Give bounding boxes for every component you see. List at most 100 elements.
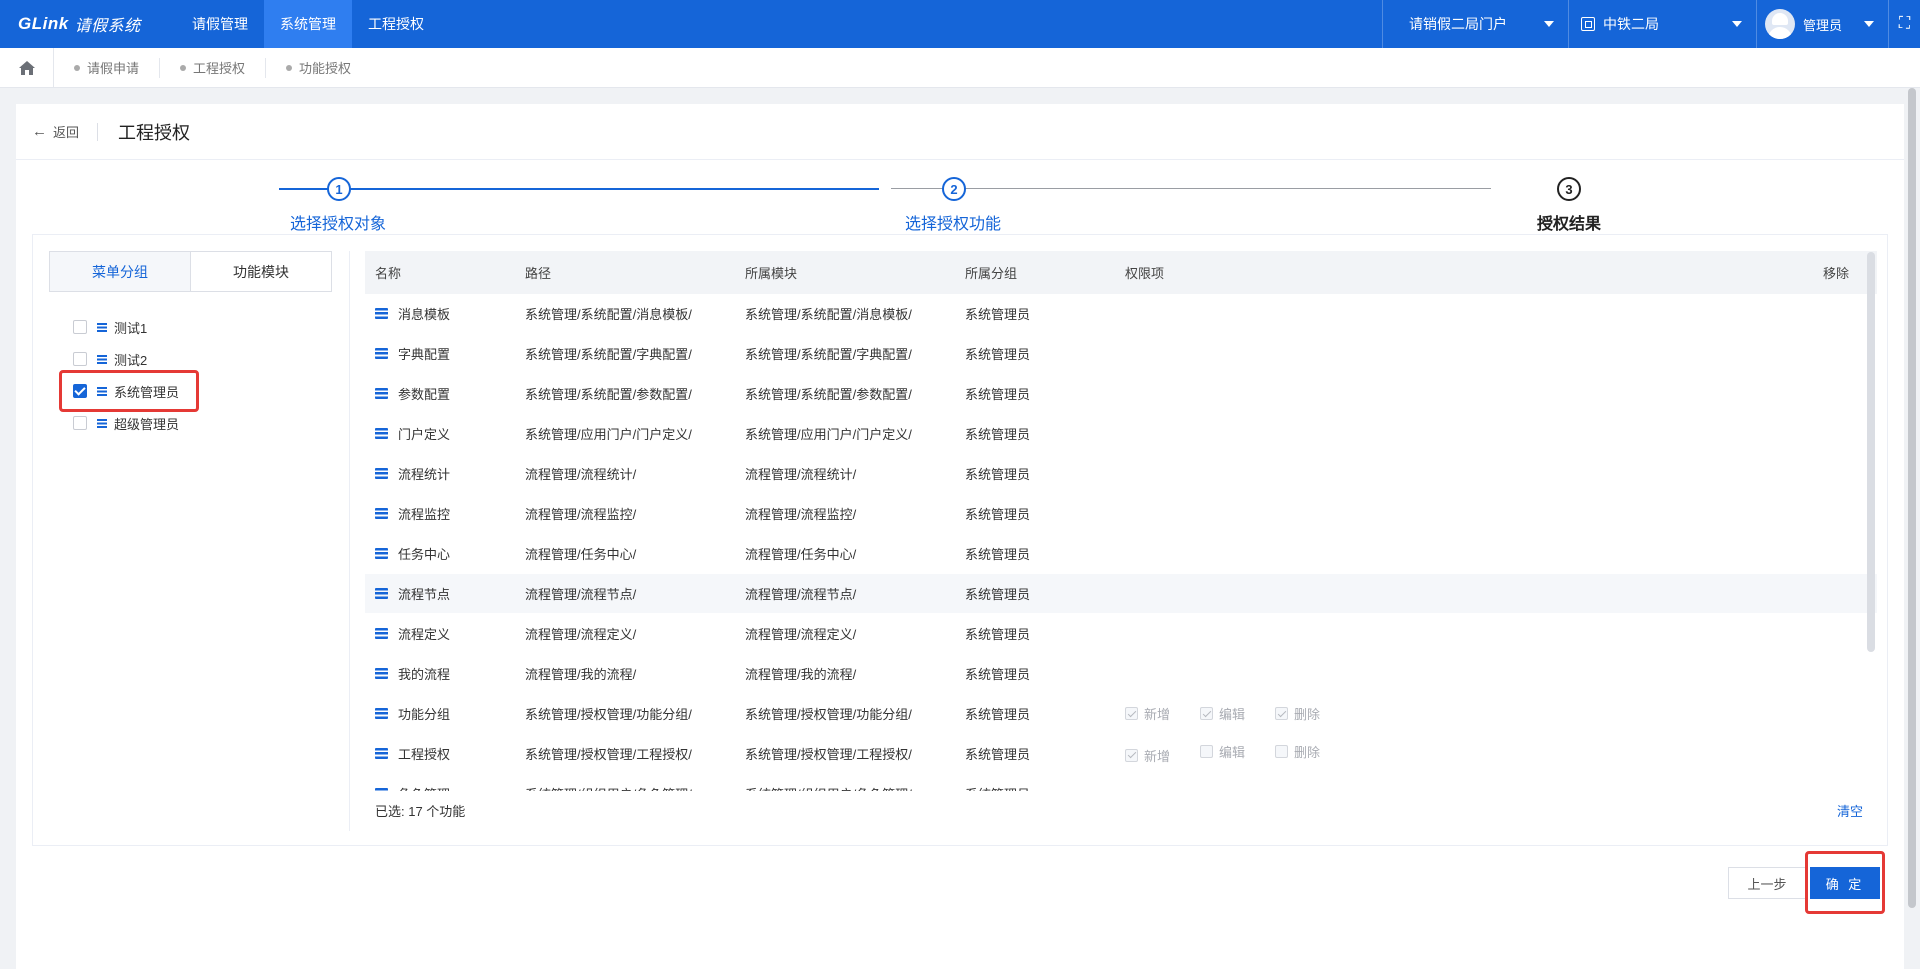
table-scrollbar[interactable] <box>1867 252 1875 652</box>
step-connector <box>279 188 879 190</box>
page-scrollbar[interactable] <box>1908 88 1916 908</box>
cell-path: 系统管理/系统配置/字典配置/ <box>525 347 692 362</box>
group-checkbox[interactable] <box>73 352 87 366</box>
group-checkbox[interactable] <box>73 416 87 430</box>
table-row[interactable]: 流程监控 流程管理/流程监控/流程管理/流程监控/系统管理员 <box>365 494 1877 534</box>
table-row[interactable]: 参数配置 系统管理/系统配置/参数配置/系统管理/系统配置/参数配置/系统管理员 <box>365 374 1877 414</box>
cell-name: 消息模板 <box>365 304 515 323</box>
list-icon <box>97 322 107 332</box>
cell-name-text: 角色管理 <box>398 784 450 791</box>
menu-icon <box>375 468 388 479</box>
list-icon <box>97 354 107 364</box>
tab-project-authorization[interactable]: 工程授权 <box>160 57 267 78</box>
user-name: 管理员 <box>1803 17 1843 33</box>
table-header: 名称 路径 所属模块 所属分组 权限项 移除 <box>365 251 1877 294</box>
step-2-label: 选择授权功能 <box>905 216 1002 233</box>
perm-edit-checkbox[interactable]: 编辑 <box>1200 742 1245 761</box>
perm-label: 删除 <box>1294 745 1321 761</box>
cell-path: 系统管理/组织用户/角色管理/ <box>515 784 735 791</box>
cell-name: 门户定义 <box>365 424 515 443</box>
chevron-down-icon <box>1544 21 1554 27</box>
prev-step-button[interactable]: 上一步 <box>1728 867 1806 899</box>
cell-group: 系统管理员 <box>965 307 1031 322</box>
perm-delete-checkbox[interactable]: 删除 <box>1275 704 1320 723</box>
cell-path: 系统管理/系统配置/参数配置/ <box>525 387 692 402</box>
topnav-project-authorization[interactable]: 工程授权 <box>352 0 440 48</box>
group-item-test1[interactable]: 测试1 <box>73 311 179 343</box>
cell-name-text: 参数配置 <box>398 387 451 402</box>
perm-add-checkbox[interactable]: 新增 <box>1125 746 1170 765</box>
chevron-down-icon <box>1864 21 1874 27</box>
table-row[interactable]: 流程定义 流程管理/流程定义/流程管理/流程定义/系统管理员 <box>365 614 1877 654</box>
cell-module: 系统管理/系统配置/消息模板/ <box>745 307 912 322</box>
cell-group: 系统管理员 <box>965 387 1031 402</box>
cell-group: 系统管理员 <box>965 707 1031 722</box>
page-title: 工程授权 <box>118 122 191 143</box>
confirm-button[interactable]: 确 定 <box>1810 867 1880 899</box>
table-row[interactable]: 功能分组 系统管理/授权管理/功能分组/系统管理/授权管理/功能分组/系统管理员 新… <box>365 694 1877 734</box>
org-select[interactable]: 中铁二局 <box>1568 0 1756 48</box>
cell-name-text: 门户定义 <box>398 427 451 442</box>
table-row[interactable]: 角色管理 系统管理/组织用户/角色管理/系统管理/组织用户/角色管理/系统管理员 <box>365 774 1877 791</box>
org-select-value: 中铁二局 <box>1603 16 1659 32</box>
app-logo[interactable]: GLink 请假系统 <box>0 0 176 48</box>
cell-name: 流程节点 <box>365 584 515 603</box>
group-label: 测试2 <box>114 352 148 368</box>
cell-module: 流程管理/流程监控/ <box>745 507 857 522</box>
user-menu[interactable]: 管理员 <box>1756 0 1888 48</box>
perm-label: 新增 <box>1144 707 1171 722</box>
perm-delete-checkbox[interactable]: 删除 <box>1275 742 1320 761</box>
group-label: 超级管理员 <box>114 416 180 432</box>
tab-leave-application[interactable]: 请假申请 <box>54 57 161 78</box>
cell-permissions: 新增 编辑 删除 <box>1115 704 1755 723</box>
dot-icon <box>286 64 293 71</box>
table-row[interactable]: 工程授权 系统管理/授权管理/工程授权/系统管理/授权管理/工程授权/系统管理员 新… <box>365 734 1877 774</box>
tab-function-authorization[interactable]: 功能授权 <box>266 58 371 78</box>
panel-header: ← 返回 工程授权 <box>16 104 1904 160</box>
cell-path: 流程管理/流程统计/ <box>525 467 637 482</box>
portal-select[interactable]: 请销假二局门户 <box>1382 0 1568 48</box>
table-row[interactable]: 流程统计 流程管理/流程统计/流程管理/流程统计/系统管理员 <box>365 454 1877 494</box>
cell-module: 流程管理/流程统计/ <box>745 467 857 482</box>
perm-add-checkbox[interactable]: 新增 <box>1125 704 1170 723</box>
fullscreen-icon[interactable]: ⛶ <box>1888 0 1920 48</box>
portal-select-value: 请销假二局门户 <box>1409 16 1507 32</box>
cell-module: 系统管理/组织用户/角色管理/ <box>735 784 955 791</box>
table-row[interactable]: 门户定义 系统管理/应用门户/门户定义/系统管理/应用门户/门户定义/系统管理员 <box>365 414 1877 454</box>
menu-icon <box>375 508 388 519</box>
clear-link[interactable]: 清空 <box>1837 801 1863 820</box>
group-item-system-admin[interactable]: 系统管理员 <box>59 370 199 412</box>
step-connector <box>891 188 1491 189</box>
group-item-super-admin[interactable]: 超级管理员 <box>73 407 179 439</box>
topnav-leave-management[interactable]: 请假管理 <box>176 0 264 48</box>
cell-name-text: 流程监控 <box>398 507 451 522</box>
cell-name: 流程监控 <box>365 504 515 523</box>
table-row[interactable]: 我的流程 流程管理/我的流程/流程管理/我的流程/系统管理员 <box>365 654 1877 694</box>
group-checkbox[interactable] <box>73 320 87 334</box>
group-checkbox-checked[interactable] <box>73 384 87 398</box>
topnav-system-management[interactable]: 系统管理 <box>264 0 352 48</box>
table-row[interactable]: 字典配置 系统管理/系统配置/字典配置/系统管理/系统配置/字典配置/系统管理员 <box>365 334 1877 374</box>
cell-group: 系统管理员 <box>965 587 1031 602</box>
tab-menu-group[interactable]: 菜单分组 <box>50 252 191 291</box>
col-module: 所属模块 <box>745 266 798 281</box>
back-label: 返回 <box>53 125 80 140</box>
group-label: 测试1 <box>114 320 148 336</box>
group-item-test2[interactable]: 测试2 <box>73 343 179 375</box>
content-box: 菜单分组 功能模块 测试1 测试2 系统管理员 超级管理员 名称 路径 所属模块… <box>32 234 1888 846</box>
step-1-number: 1 <box>327 177 351 201</box>
home-icon[interactable] <box>0 47 54 88</box>
cell-name: 流程统计 <box>365 464 515 483</box>
list-icon <box>97 386 107 396</box>
back-button[interactable]: ← 返回 <box>32 122 99 141</box>
table-row[interactable]: 消息模板 系统管理/系统配置/消息模板/系统管理/系统配置/消息模板/系统管理员 <box>365 294 1877 334</box>
left-tabs: 菜单分组 功能模块 <box>49 251 332 292</box>
perm-edit-checkbox[interactable]: 编辑 <box>1200 704 1245 723</box>
tab-label: 功能授权 <box>299 61 352 76</box>
tab-function-module[interactable]: 功能模块 <box>191 252 331 291</box>
table-row[interactable]: 流程节点 流程管理/流程节点/流程管理/流程节点/系统管理员 <box>365 574 1877 614</box>
table-row[interactable]: 任务中心 流程管理/任务中心/流程管理/任务中心/系统管理员 <box>365 534 1877 574</box>
cell-name-text: 消息模板 <box>398 307 451 322</box>
checkbox-icon <box>1200 707 1214 720</box>
cell-name: 参数配置 <box>365 384 515 403</box>
